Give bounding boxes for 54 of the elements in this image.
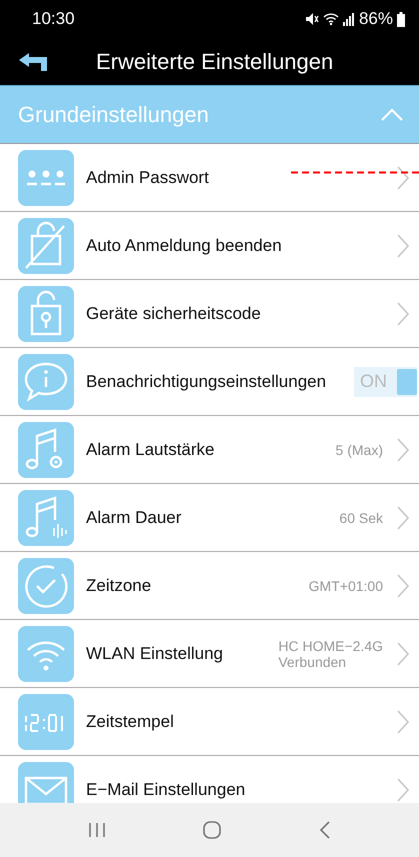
settings-row[interactable]: Admin Passwort — [0, 144, 419, 212]
row-label: Admin Passwort — [86, 168, 209, 188]
row-label: Alarm Lautstärke — [86, 440, 214, 460]
recent-apps-icon — [88, 822, 106, 838]
row-label: Zeitstempel — [86, 712, 174, 732]
row-label: E−Mail Einstellungen — [86, 780, 246, 800]
section-title: Grundeinstellungen — [18, 102, 209, 128]
chevron-right-icon — [397, 506, 409, 530]
chevron-right-icon — [397, 642, 409, 666]
crossed-lock-icon — [18, 218, 74, 274]
settings-row[interactable]: Zeitzone GMT+01:00 — [0, 552, 419, 620]
wifi-icon — [322, 12, 339, 26]
settings-row[interactable]: Alarm Lautstärke 5 (Max) — [0, 416, 419, 484]
settings-row[interactable]: WLAN Einstellung HC HOME−2.4G Verbunden — [0, 620, 419, 688]
lock-icon — [18, 286, 74, 342]
row-label: Benachrichtigungseinstellungen — [86, 372, 326, 392]
row-value: GMT+01:00 — [308, 578, 383, 594]
settings-row[interactable]: Alarm Dauer 60 Sek — [0, 484, 419, 552]
digital-clock-icon — [18, 694, 74, 750]
chevron-right-icon — [397, 574, 409, 598]
row-label: Alarm Dauer — [86, 508, 182, 528]
clock-check-icon — [18, 558, 74, 614]
row-value: 60 Sek — [339, 510, 383, 526]
chevron-right-icon — [397, 302, 409, 326]
battery-level: 86% — [358, 9, 393, 29]
row-label: Auto Anmeldung beenden — [86, 236, 282, 256]
row-label: Geräte sicherheitscode — [86, 304, 261, 324]
screen-title: Erweiterte Einstellungen — [96, 48, 334, 74]
settings-row[interactable]: Geräte sicherheitscode — [0, 280, 419, 348]
chevron-right-icon — [397, 438, 409, 462]
settings-row[interactable]: Zeitstempel — [0, 688, 419, 756]
status-time: 10:30 — [32, 9, 75, 29]
row-value: Verbunden — [278, 654, 348, 670]
signal-icon — [342, 12, 355, 26]
settings-row[interactable]: Benachrichtigungseinstellungen ON — [0, 348, 419, 416]
row-value: 5 (Max) — [336, 442, 383, 458]
battery-icon — [397, 12, 405, 26]
music-note-gear-icon — [18, 422, 74, 478]
back-icon — [318, 821, 331, 839]
row-value: HC HOME−2.4G — [278, 638, 383, 654]
settings-row[interactable]: Auto Anmeldung beenden — [0, 212, 419, 280]
dots-icon — [18, 150, 74, 206]
row-label: WLAN Einstellung — [86, 644, 224, 664]
chevron-right-icon — [397, 234, 409, 258]
chevron-right-icon — [397, 778, 409, 802]
mute-icon — [304, 12, 319, 26]
chevron-right-icon — [397, 710, 409, 734]
speech-bubble-icon — [18, 354, 74, 410]
chevron-right-icon — [397, 166, 409, 190]
wifi-icon — [18, 626, 74, 682]
music-note-sound-icon — [18, 490, 74, 546]
home-icon — [202, 820, 222, 840]
envelope-icon — [18, 762, 74, 803]
row-label: Zeitzone — [86, 576, 152, 596]
